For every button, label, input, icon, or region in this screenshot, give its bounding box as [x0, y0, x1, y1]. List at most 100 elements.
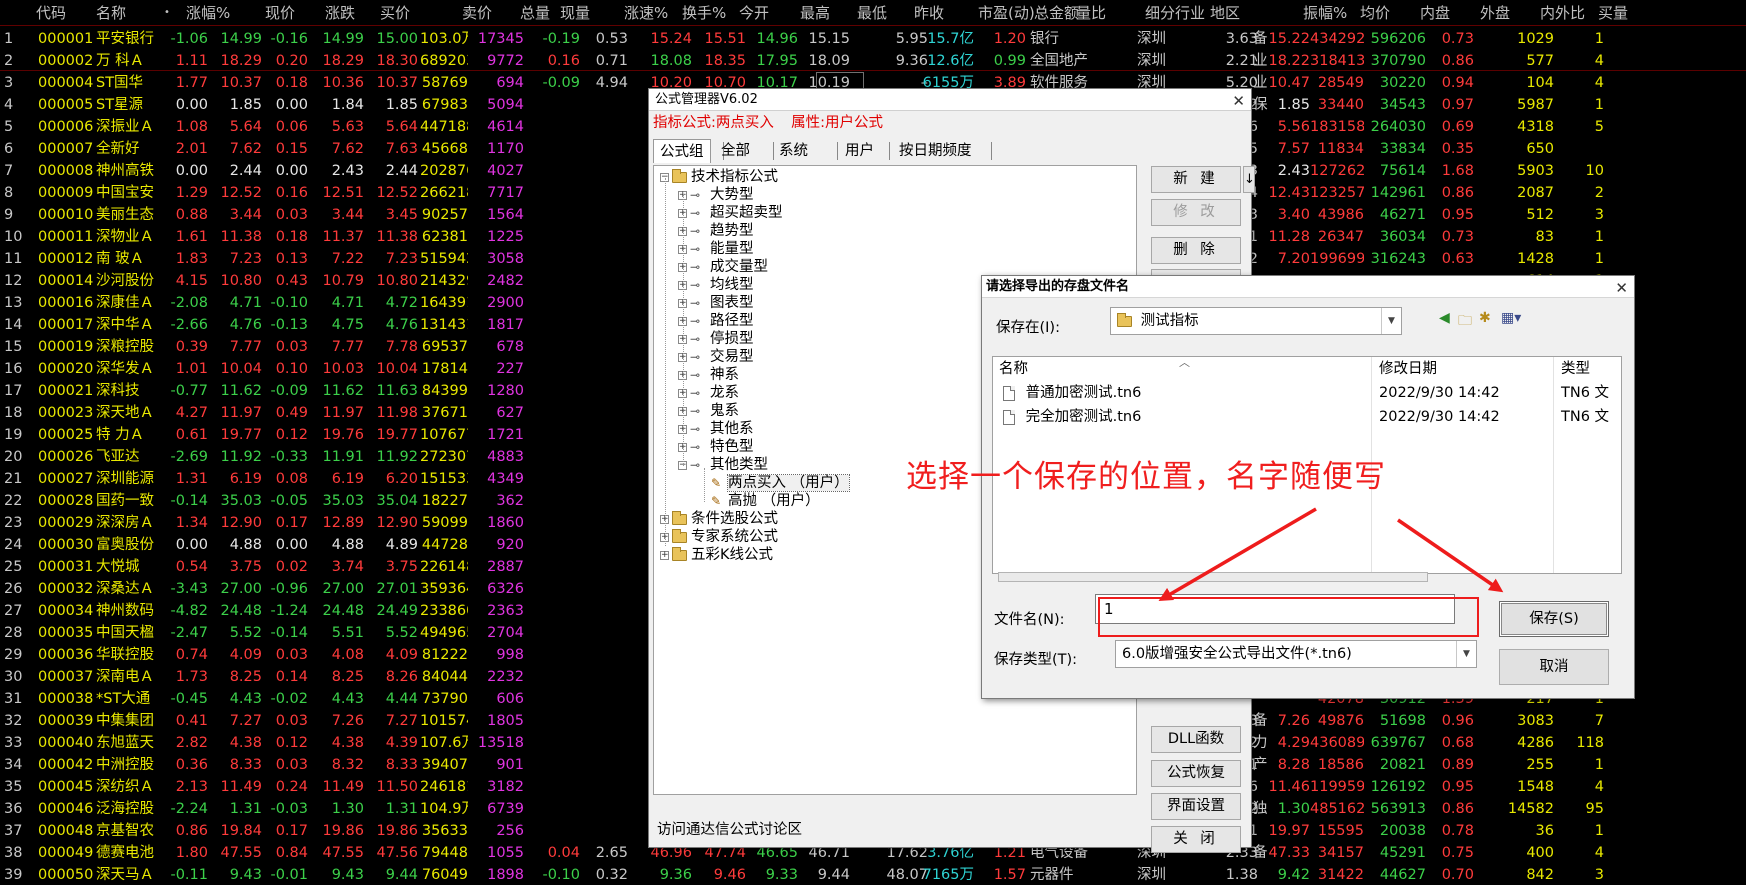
column-header[interactable]: 昨收 — [914, 2, 944, 24]
stock-name[interactable]: 深深房Ａ — [96, 512, 168, 534]
modify-button[interactable]: 修 改 — [1151, 199, 1241, 226]
row-index[interactable]: 14 — [4, 314, 34, 336]
stock-code[interactable]: 000039 — [38, 710, 96, 732]
horizontal-scrollbar[interactable] — [998, 572, 1428, 582]
row-index[interactable]: 22 — [4, 490, 34, 512]
tree-category-item[interactable]: + ⊸ 鬼系 — [678, 402, 739, 420]
stock-name[interactable]: 南 玻Ａ — [96, 248, 168, 270]
tree-category-item[interactable]: + ⊸ 路径型 — [678, 312, 754, 330]
stock-name[interactable]: 国药一致 — [96, 490, 168, 512]
column-header[interactable]: 最低 — [857, 2, 887, 24]
tab-system[interactable]: 系统 — [773, 139, 814, 163]
view-menu-icon[interactable]: ▦▾ — [1501, 310, 1521, 326]
new-folder-icon[interactable]: ✱ — [1479, 310, 1491, 326]
stock-code[interactable]: 000017 — [38, 314, 96, 336]
column-header[interactable]: 总金额 — [1034, 2, 1079, 24]
stock-code[interactable]: 000032 — [38, 578, 96, 600]
stock-name[interactable]: 深物业Ａ — [96, 226, 168, 248]
stock-name[interactable]: 中集集团 — [96, 710, 168, 732]
row-index[interactable]: 1 — [4, 28, 34, 50]
stock-code[interactable]: 000010 — [38, 204, 96, 226]
column-header[interactable]: 现量 — [560, 2, 590, 24]
row-index[interactable]: 26 — [4, 578, 34, 600]
row-index[interactable]: 18 — [4, 402, 34, 424]
tree-category-item[interactable]: + ⊸ 均线型 — [678, 276, 754, 294]
tree-category-item[interactable]: + ⊸ 趋势型 — [678, 222, 754, 240]
column-header-date[interactable]: 修改日期 — [1379, 357, 1437, 381]
filename-input[interactable] — [1095, 594, 1455, 624]
row-index[interactable]: 5 — [4, 116, 34, 138]
stock-name[interactable]: 平安银行 — [96, 28, 168, 50]
file-row[interactable]: 完全加密测试.tn6 — [1003, 406, 1141, 428]
tree-category-item[interactable]: + ⊸ 停损型 — [678, 330, 754, 348]
close-icon[interactable]: ✕ — [1232, 90, 1245, 112]
row-index[interactable]: 25 — [4, 556, 34, 578]
column-header[interactable]: 卖价 — [462, 2, 492, 24]
tree-folder-item[interactable]: + 五彩K线公式 — [660, 546, 773, 564]
ui-settings-button[interactable]: 界面设置 — [1151, 793, 1241, 820]
file-row[interactable]: 普通加密测试.tn6 — [1003, 382, 1141, 404]
stock-name[interactable]: 飞亚达 — [96, 446, 168, 468]
formula-forum-link[interactable]: 访问通达信公式讨论区 — [657, 818, 802, 839]
column-header[interactable]: 换手% — [682, 2, 726, 24]
column-header[interactable]: 内盘 — [1420, 2, 1450, 24]
stock-code[interactable]: 000029 — [38, 512, 96, 534]
row-index[interactable]: 39 — [4, 864, 34, 885]
row-index[interactable]: 3 — [4, 72, 34, 94]
filetype-combo[interactable]: 6.0版增强安全公式导出文件(*.tn6) ▼ — [1115, 640, 1477, 668]
tree-category-item[interactable]: + ⊸ 图表型 — [678, 294, 754, 312]
row-index[interactable]: 28 — [4, 622, 34, 644]
stock-name[interactable]: 富奥股份 — [96, 534, 168, 556]
stock-name[interactable]: 中国天楹 — [96, 622, 168, 644]
stock-code[interactable]: 000040 — [38, 732, 96, 754]
row-index[interactable]: 13 — [4, 292, 34, 314]
column-header[interactable]: 总量 — [520, 2, 550, 24]
row-index[interactable]: 31 — [4, 688, 34, 710]
stock-name[interactable]: 中洲控股 — [96, 754, 168, 776]
tab-date-frequency[interactable]: 按日期频度 — [893, 139, 978, 163]
stock-code[interactable]: 000021 — [38, 380, 96, 402]
stock-name[interactable]: ST国华 — [96, 72, 168, 94]
stock-name[interactable]: 沙河股份 — [96, 270, 168, 292]
stock-name[interactable]: 全新好 — [96, 138, 168, 160]
stock-code[interactable]: 000038 — [38, 688, 96, 710]
tab-formula-group[interactable]: 公式组 — [653, 139, 711, 163]
stock-code[interactable]: 000049 — [38, 842, 96, 864]
tree-category-item[interactable]: + ⊸ 能量型 — [678, 240, 754, 258]
stock-name[interactable]: 神州数码 — [96, 600, 168, 622]
row-index[interactable]: 30 — [4, 666, 34, 688]
stock-code[interactable]: 000034 — [38, 600, 96, 622]
row-index[interactable]: 19 — [4, 424, 34, 446]
stock-name[interactable]: 特 力Ａ — [96, 424, 168, 446]
row-index[interactable]: 33 — [4, 732, 34, 754]
row-index[interactable]: 34 — [4, 754, 34, 776]
stock-code[interactable]: 000031 — [38, 556, 96, 578]
row-index[interactable]: 37 — [4, 820, 34, 842]
row-index[interactable]: 20 — [4, 446, 34, 468]
stock-name[interactable]: 深振业Ａ — [96, 116, 168, 138]
row-index[interactable]: 17 — [4, 380, 34, 402]
stock-name[interactable]: *ST大通 — [96, 688, 168, 710]
stock-name[interactable]: 深科技 — [96, 380, 168, 402]
cancel-button[interactable]: 取消 — [1499, 649, 1609, 685]
column-header[interactable]: 最高 — [800, 2, 830, 24]
tree-category-item[interactable]: + ⊸ 神系 — [678, 366, 739, 384]
stock-code[interactable]: 000002 — [38, 50, 96, 72]
stock-code[interactable]: 000012 — [38, 248, 96, 270]
row-index[interactable]: 35 — [4, 776, 34, 798]
row-index[interactable]: 7 — [4, 160, 34, 182]
stock-code[interactable]: 000020 — [38, 358, 96, 380]
column-header-name[interactable]: 名称 — [999, 357, 1028, 381]
stock-code[interactable]: 000004 — [38, 72, 96, 94]
stock-name[interactable]: 深桑达Ａ — [96, 578, 168, 600]
new-button[interactable]: 新 建 — [1151, 166, 1241, 193]
tree-category-item[interactable]: + ⊸ 超买超卖型 — [678, 204, 783, 222]
stock-code[interactable]: 000035 — [38, 622, 96, 644]
tree-folder-item[interactable]: + 专家系统公式 — [660, 528, 778, 546]
stock-code[interactable]: 000050 — [38, 864, 96, 885]
column-header[interactable]: 地区 — [1210, 2, 1240, 24]
stock-name[interactable]: 大悦城 — [96, 556, 168, 578]
column-header[interactable]: 细分行业 — [1145, 2, 1205, 24]
row-index[interactable]: 16 — [4, 358, 34, 380]
stock-name[interactable]: 万 科Ａ — [96, 50, 168, 72]
